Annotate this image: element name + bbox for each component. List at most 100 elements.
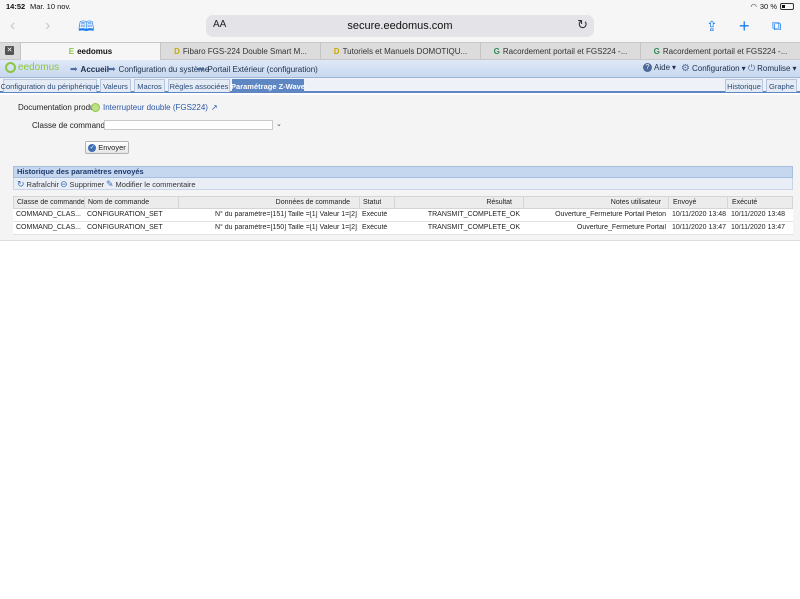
status-time: 14:52 (6, 2, 26, 11)
doc-link[interactable]: Interrupteur double (FGS224) ↗ (91, 103, 218, 112)
table-cell: 10/11/2020 13:48 (731, 211, 785, 218)
chevron-down-icon: ▾ (792, 64, 797, 73)
column-header[interactable]: Statut (359, 197, 381, 209)
table-cell: 10/11/2020 13:47 (731, 224, 785, 231)
tab-graphe[interactable]: Graphe (766, 79, 797, 92)
tab-valeurs[interactable]: Valeurs (100, 79, 131, 92)
table-cell: Ouverture_Fermeture Portail (576, 224, 666, 231)
table-row[interactable]: COMMAND_CLAS... CONFIGURATION_SET N° du … (13, 209, 793, 222)
column-header[interactable]: Envoyé (668, 197, 696, 209)
table-cell: Exécuté (362, 224, 388, 231)
configuration-menu[interactable]: ⚙ Configuration ▾ (681, 63, 746, 74)
column-header[interactable]: Nom de commande (84, 197, 149, 209)
new-tab-icon[interactable]: + (739, 15, 750, 37)
table-cell: Exécuté (362, 211, 388, 218)
column-header[interactable]: Exécuté (727, 197, 757, 209)
table-cell: N° du paramètre=[151] Taille =[1] Valeur… (214, 211, 357, 218)
breadcrumb-item[interactable]: ➡ Portail Extérieur (configuration) (197, 64, 318, 75)
edit-comment-button[interactable]: ✎ Modifier le commentaire (106, 179, 196, 190)
tab-macros[interactable]: Macros (134, 79, 165, 92)
table-cell: 10/11/2020 13:48 (672, 211, 726, 218)
table-cell: Ouverture_Fermeture Portail Piéton (555, 211, 666, 218)
classe-select[interactable] (104, 120, 273, 130)
browser-tab[interactable]: E eedomus (20, 43, 160, 60)
table-cell: TRANSMIT_COMPLETE_OK (427, 211, 520, 218)
delete-button[interactable]: ⊖ Supprimer (60, 179, 104, 190)
configuration-label: Configuration (691, 64, 740, 73)
table-cell: CONFIGURATION_SET (87, 224, 163, 231)
user-label: Romulise (757, 64, 791, 73)
browser-tab[interactable]: G Racordement portail et FGS224 -... (480, 43, 640, 60)
table-header: Classe de commande Nom de commande Donné… (13, 196, 793, 209)
browser-tab[interactable]: G Racordement portail et FGS224 -... (640, 43, 800, 60)
classe-label: Classe de commande (32, 121, 110, 130)
check-icon: ✓ (88, 143, 97, 152)
bookmarks-icon[interactable]: 🕮 (78, 15, 95, 37)
browser-tab-label: Fibaro FGS-224 Double Smart M... (182, 47, 307, 56)
address-url: secure.eedomus.com (347, 20, 453, 32)
user-menu[interactable]: ⏻ Romulise ▾ (748, 63, 796, 74)
arrow-right-icon: ➡ (108, 64, 116, 74)
browser-tab-row: ✕ E eedomus D Fibaro FGS-224 Double Smar… (0, 42, 800, 60)
tab-favicon-icon: G (653, 47, 660, 56)
tab-favicon-icon: D (174, 47, 180, 56)
address-bar[interactable]: AA secure.eedomus.com ↻ (206, 15, 594, 37)
status-right: ◠ 30 % (750, 2, 794, 11)
tabs-icon[interactable]: ⧉ (772, 15, 781, 37)
minus-icon: ⊖ (60, 179, 68, 189)
table-cell: COMMAND_CLAS... (16, 224, 81, 231)
breadcrumb-item[interactable]: ➡ Accueil (70, 64, 109, 75)
browser-tab[interactable]: D Fibaro FGS-224 Double Smart M... (160, 43, 320, 60)
breadcrumb-item[interactable]: ➡ Configuration du système (108, 64, 209, 75)
tab-zwave[interactable]: Paramétrage Z-Wave (231, 79, 305, 92)
browser-tab-label: eedomus (77, 47, 113, 56)
chevron-down-icon: ▾ (741, 64, 746, 73)
table-cell: CONFIGURATION_SET (87, 211, 163, 218)
column-header[interactable]: Résultat (394, 197, 522, 209)
page-tabs: Configuration du périphérique Valeurs Ma… (0, 78, 800, 93)
forward-icon[interactable]: › (45, 15, 50, 37)
tab-regles[interactable]: Règles associées (168, 79, 230, 92)
browser-tab-label: Racordement portail et FGS224 -... (502, 47, 628, 56)
delete-label: Supprimer (69, 180, 105, 189)
breadcrumb-label: Configuration du système (118, 65, 210, 74)
browser-toolbar: ‹ › 🕮 AA secure.eedomus.com ↻ ⇪ + ⧉ (0, 12, 800, 42)
send-button-label: Envoyer (98, 143, 126, 152)
column-header[interactable]: Classe de commande (17, 199, 85, 206)
app-header: eedomus ➡ Accueil ➡ Configuration du sys… (0, 60, 800, 78)
history-title: Historique des paramètres envoyés (13, 166, 793, 178)
breadcrumb-label: Portail Extérieur (configuration) (207, 65, 318, 74)
table-cell: TRANSMIT_COMPLETE_OK (427, 224, 520, 231)
tab-configuration[interactable]: Configuration du périphérique (1, 79, 99, 92)
pencil-icon: ✎ (106, 179, 114, 189)
chevron-down-icon[interactable]: ⌄ (276, 120, 282, 128)
logo-text: eedomus (18, 62, 60, 73)
table-row[interactable]: COMMAND_CLAS... CONFIGURATION_SET N° du … (13, 222, 793, 235)
doc-link-text: Interrupteur double (FGS224) (103, 103, 208, 112)
table-cell: COMMAND_CLAS... (16, 211, 81, 218)
close-tab-icon[interactable]: ✕ (5, 46, 14, 55)
chevron-down-icon: ▾ (672, 63, 677, 72)
reload-icon[interactable]: ↻ (577, 17, 588, 33)
help-label: Aide (654, 63, 671, 72)
column-header[interactable]: Données de commande (178, 197, 358, 209)
breadcrumb-label: Accueil (80, 65, 110, 74)
send-button[interactable]: ✓ Envoyer (85, 141, 129, 154)
column-header[interactable]: Notes utilisateur (523, 197, 667, 209)
back-icon[interactable]: ‹ (10, 15, 15, 37)
wifi-icon: ◠ (750, 2, 757, 11)
refresh-button[interactable]: ↻ Rafraîchir (17, 179, 59, 190)
status-date: Mar. 10 nov. (30, 2, 71, 11)
browser-tab[interactable]: D Tutoriels et Manuels DOMOTIQU... (320, 43, 480, 60)
logo[interactable]: eedomus (5, 62, 59, 73)
share-icon[interactable]: ⇪ (706, 15, 718, 37)
browser-tab-label: Tutoriels et Manuels DOMOTIQU... (342, 47, 468, 56)
refresh-icon: ↻ (17, 179, 25, 189)
tab-historique[interactable]: Historique (725, 79, 763, 92)
table-cell: 10/11/2020 13:47 (672, 224, 726, 231)
power-icon: ⏻ (748, 63, 756, 73)
arrow-right-icon: ➡ (197, 64, 205, 74)
arrow-right-icon: ➡ (70, 64, 78, 74)
help-menu[interactable]: ? Aide ▾ (643, 63, 676, 72)
history-toolbar: ↻ Rafraîchir ⊖ Supprimer ✎ Modifier le c… (13, 178, 793, 190)
